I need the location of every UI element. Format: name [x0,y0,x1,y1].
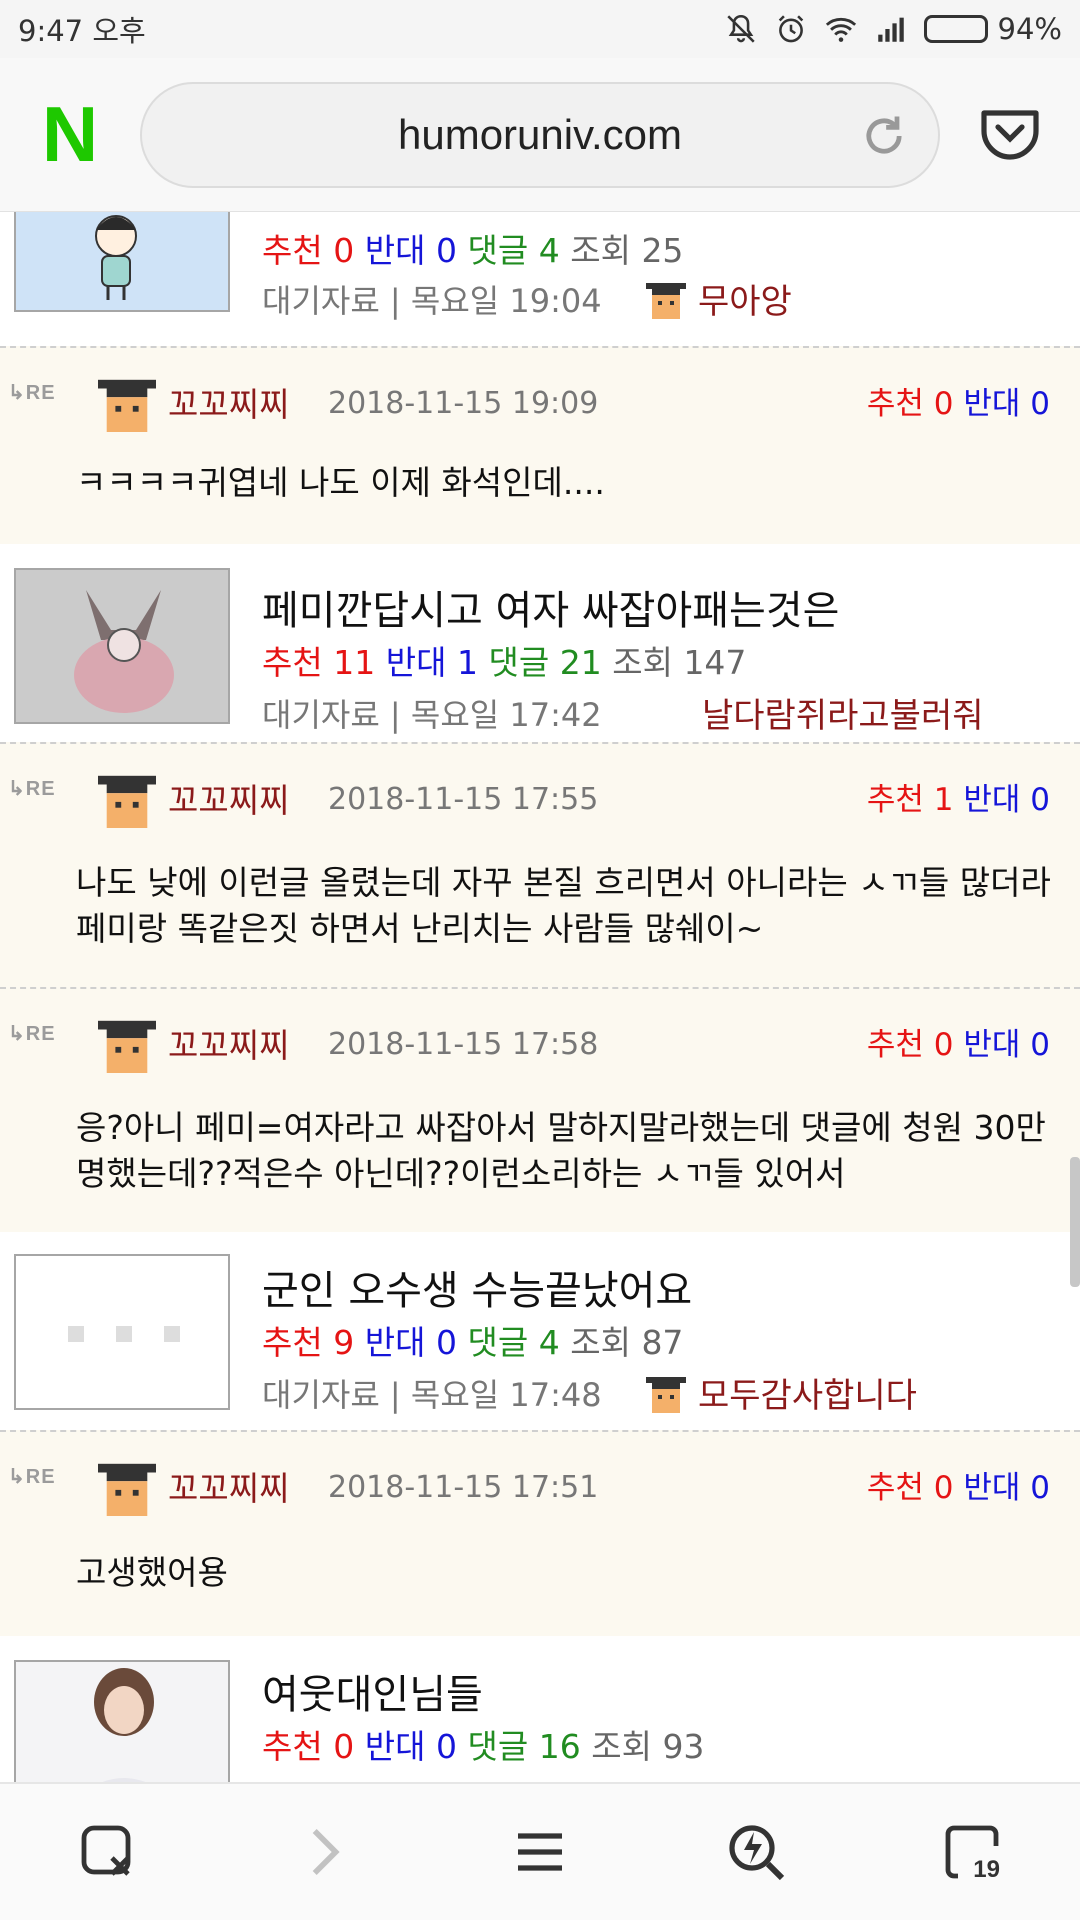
reply-text: 응?아니 페미=여자라고 싸잡아서 말하지말라했는데 댓글에 청원 30만명했는… [76,1108,1046,1193]
bottom-toolbar: 19 [0,1782,1080,1920]
menu-button[interactable] [500,1812,580,1892]
reply-item: ↳RE 꼬꼬찌찌 2018-11-15 17:58 추천 0 반대 0 응?아니… [0,987,1080,1232]
close-tab-button[interactable] [68,1812,148,1892]
reply-author[interactable]: 꼬꼬찌찌 [168,1019,289,1067]
reply-date: 2018-11-15 19:09 [328,386,599,421]
signal-icon [877,17,904,42]
avatar-icon [646,282,686,319]
scrollbar[interactable] [1070,1157,1080,1287]
reply-author[interactable]: 꼬꼬찌찌 [168,774,289,822]
chevron-right-icon [312,1829,340,1875]
post-stats: 추천 0 반대 0 댓글 16 조회 93 [262,1727,705,1766]
reply-text: 고생했어용 [76,1553,228,1592]
reply-text: ㅋㅋㅋㅋ귀엽네 나도 이제 화석인데.... [76,463,605,502]
tabs-button[interactable]: 19 [932,1812,1012,1892]
post-thumbnail[interactable] [14,568,230,724]
avatar-icon [98,1020,156,1073]
quick-search-button[interactable] [716,1812,796,1892]
pocket-icon [981,109,1039,160]
reply-author[interactable]: 꼬꼬찌찌 [168,1462,289,1510]
post-stats: 추천 9 반대 0 댓글 4 조회 87 [262,1323,684,1362]
reply-item: ↳RE 꼬꼬찌찌 2018-11-15 19:09 추천 0 반대 0 ㅋㅋㅋㅋ… [0,346,1080,544]
portrait-image [16,1662,228,1782]
reply-votes: 추천 0 반대 0 [866,1027,1050,1063]
reply-date: 2018-11-15 17:58 [328,1027,599,1062]
post-title[interactable]: 군인 오수생 수능끝났어요 [262,1258,692,1316]
reply-arrow-icon: ↳RE [8,1023,56,1045]
character-image [95,215,137,300]
post-author[interactable]: 무아앙 [646,274,792,323]
status-bar: 9:47 오후 94% [0,0,1080,58]
post-stats: 추천 0 반대 0 댓글 4 조회 25 [262,231,684,270]
post-thumbnail[interactable] [14,212,230,312]
reply-votes: 추천 1 반대 0 [866,782,1050,818]
reply-arrow-icon: ↳RE [8,1466,56,1488]
browser-toolbar: N humoruniv.com [0,58,1080,212]
post-author[interactable]: 모두감사합니다 [646,1368,917,1417]
post-meta: 대기자료 | 목요일 19:04 [262,282,602,320]
post-stats: 추천 11 반대 1 댓글 21 조회 147 [262,643,747,682]
naver-logo-button[interactable]: N [0,89,140,180]
avatar-icon [98,775,156,828]
reply-arrow-icon: ↳RE [8,382,56,404]
avatar-icon [98,379,156,432]
post-list: 추천 0 반대 0 댓글 4 조회 25 대기자료 | 목요일 19:04 무아… [0,212,1080,1782]
reply-votes: 추천 0 반대 0 [866,386,1050,422]
menu-icon [518,1833,562,1871]
battery-indicator: 94% [923,12,1062,46]
reply-item: ↳RE 꼬꼬찌찌 2018-11-15 17:51 추천 0 반대 0 고생했어… [0,1430,1080,1636]
avatar-icon [646,1376,686,1413]
avatar-icon [98,1463,156,1516]
wifi-icon [825,17,856,42]
post-thumbnail[interactable] [14,1660,230,1782]
reply-date: 2018-11-15 17:51 [328,1470,599,1505]
reply-date: 2018-11-15 17:55 [328,782,599,817]
reply-author[interactable]: 꼬꼬찌찌 [168,378,289,426]
reply-text: 나도 낮에 이런글 올렸는데 자꾸 본질 흐리면서 아니라는 ㅅㄲ들 많더라 페… [76,863,1051,948]
post-meta: 대기자료 | 목요일 17:48 [262,1376,602,1414]
pocket-button[interactable] [940,107,1080,163]
post-meta: 대기자료 | 목요일 17:42 [262,696,602,734]
status-time: 9:47 오후 [18,14,146,48]
illustration-image [16,570,228,722]
post-thumbnail[interactable] [14,1254,230,1410]
reply-arrow-icon: ↳RE [8,778,56,800]
close-tab-icon [81,1825,131,1876]
reply-votes: 추천 0 반대 0 [866,1470,1050,1506]
url-text: humoruniv.com [398,110,682,158]
post-title[interactable]: 여웃대인님들 [262,1662,483,1720]
list-item[interactable]: 여웃대인님들 추천 0 반대 0 댓글 16 조회 93 [0,1636,1080,1782]
address-bar[interactable]: humoruniv.com [140,81,940,188]
reply-item: ↳RE 꼬꼬찌찌 2018-11-15 17:55 추천 1 반대 0 나도 낮… [0,742,1080,987]
tab-count: 19 [973,1856,1000,1883]
battery-icon [923,15,988,43]
post-title[interactable]: 페미깐답시고 여자 싸잡아패는것은 [262,578,839,636]
mute-bell-icon [726,14,755,43]
alarm-icon [778,15,803,43]
list-item[interactable]: 추천 0 반대 0 댓글 4 조회 25 대기자료 | 목요일 19:04 무아… [0,212,1080,346]
battery-percent: 94% [997,12,1062,46]
lightning-search-icon [729,1825,785,1881]
post-author[interactable]: 날다람쥐라고불러줘 [702,688,984,737]
list-item[interactable]: 군인 오수생 수능끝났어요 추천 9 반대 0 댓글 4 조회 87 대기자료 … [0,1232,1080,1430]
forward-button[interactable] [284,1812,364,1892]
reload-icon[interactable] [858,110,910,162]
list-item[interactable]: 페미깐답시고 여자 싸잡아패는것은 추천 11 반대 1 댓글 21 조회 14… [0,544,1080,742]
loading-placeholder-icon [68,1326,180,1342]
